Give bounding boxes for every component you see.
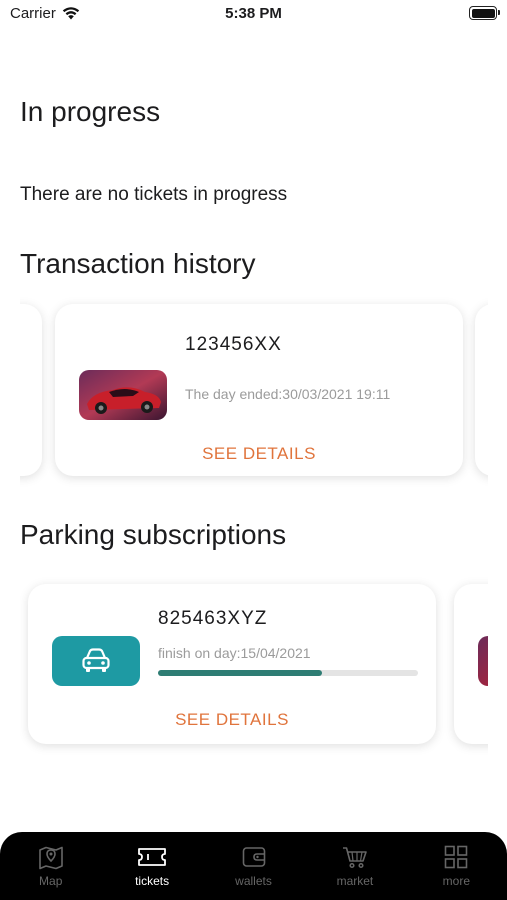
ticket-icon bbox=[138, 848, 167, 866]
transaction-card-prev[interactable] bbox=[20, 304, 42, 476]
subscription-card[interactable]: 825463XYZ finish on day:15/04/2021 SEE D… bbox=[28, 584, 436, 744]
empty-tickets-text: There are no tickets in progress bbox=[20, 184, 288, 205]
tab-map-label: Map bbox=[39, 874, 63, 888]
car-thumbnail bbox=[79, 370, 167, 420]
battery-icon bbox=[469, 6, 500, 20]
transaction-card-next[interactable] bbox=[475, 304, 488, 476]
transaction-history-title: Transaction history bbox=[20, 248, 256, 279]
subscription-code: 825463XYZ bbox=[158, 608, 268, 629]
subscription-progress-fill bbox=[158, 670, 322, 676]
wallet-icon bbox=[242, 847, 265, 867]
tab-map[interactable]: Map bbox=[0, 832, 101, 900]
ticket-code: 123456XX bbox=[185, 334, 282, 355]
see-details-link[interactable]: SEE DETAILS bbox=[28, 710, 436, 730]
ticket-end-date: The day ended:30/03/2021 19:11 bbox=[185, 386, 391, 402]
transaction-card[interactable]: 123456XX The day ended:30/03/2021 19:11 … bbox=[55, 304, 463, 476]
tab-bar: Map tickets wallets market more bbox=[0, 832, 507, 900]
subscription-carousel[interactable]: 825463XYZ finish on day:15/04/2021 SEE D… bbox=[20, 576, 488, 756]
subscription-card-next[interactable] bbox=[454, 584, 488, 744]
car-icon bbox=[82, 648, 110, 672]
status-bar: Carrier 5:38 PM bbox=[0, 0, 507, 30]
tab-wallets-label: wallets bbox=[235, 874, 272, 888]
cart-icon bbox=[342, 847, 367, 869]
car-thumbnail bbox=[478, 636, 488, 686]
in-progress-title: In progress bbox=[20, 96, 161, 127]
map-icon bbox=[38, 846, 63, 870]
transaction-carousel[interactable]: 123456XX The day ended:30/03/2021 19:11 … bbox=[20, 296, 488, 490]
parking-subscriptions-title: Parking subscriptions bbox=[20, 519, 287, 550]
subscription-finish-date: finish on day:15/04/2021 bbox=[158, 645, 311, 661]
tab-tickets[interactable]: tickets bbox=[101, 832, 202, 900]
see-details-link[interactable]: SEE DETAILS bbox=[55, 444, 463, 464]
tab-market[interactable]: market bbox=[304, 832, 405, 900]
car-icon-box bbox=[52, 636, 140, 686]
tab-wallets[interactable]: wallets bbox=[203, 832, 304, 900]
status-time: 5:38 PM bbox=[225, 5, 282, 22]
red-car-image bbox=[79, 370, 167, 420]
subscription-progress-bar bbox=[158, 670, 418, 676]
tab-more[interactable]: more bbox=[406, 832, 507, 900]
tab-tickets-label: tickets bbox=[135, 874, 170, 888]
grid-icon bbox=[445, 845, 468, 869]
tab-market-label: market bbox=[336, 874, 374, 888]
tab-more-label: more bbox=[442, 874, 470, 888]
